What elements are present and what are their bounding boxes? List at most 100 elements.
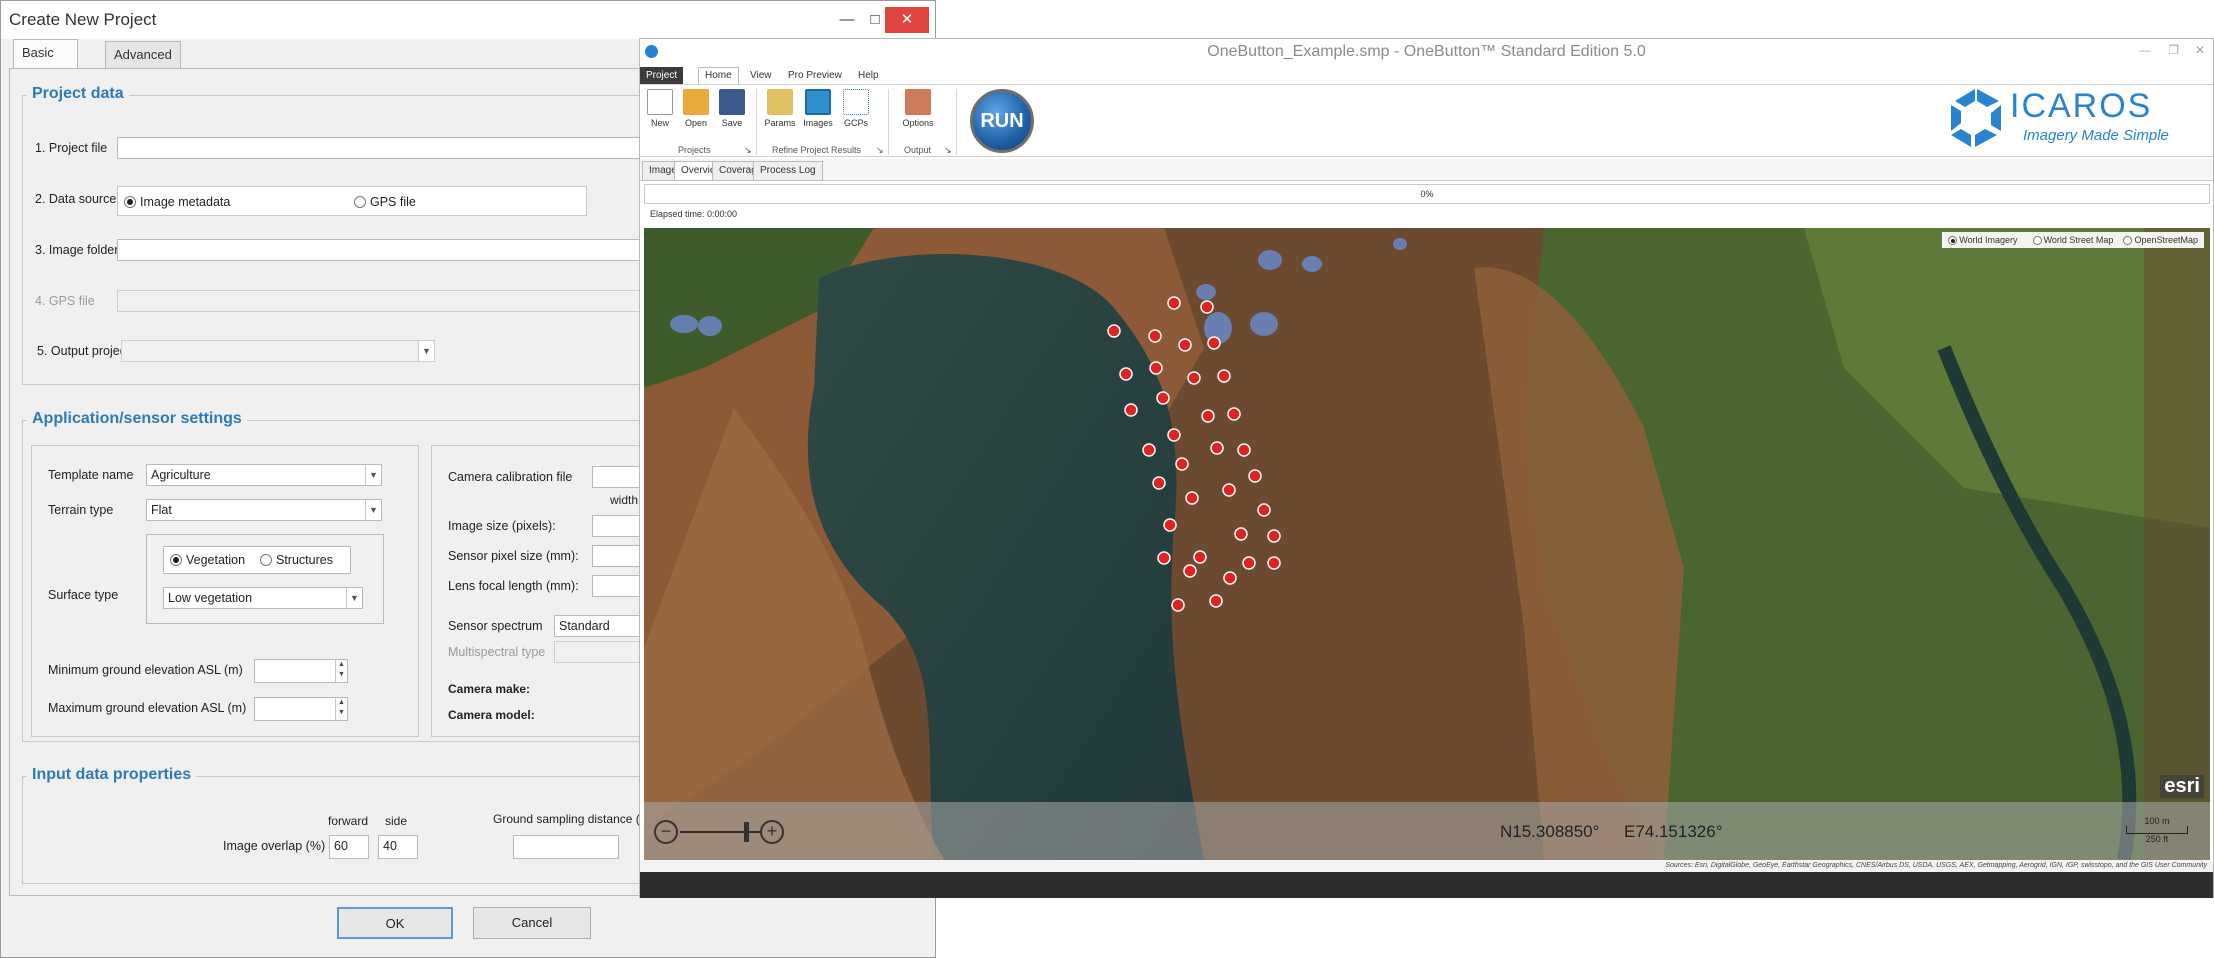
- menu-project[interactable]: Project: [640, 67, 684, 85]
- gcp-marker[interactable]: [1156, 391, 1170, 405]
- min-elevation-input[interactable]: ▲ ▼: [254, 659, 348, 683]
- gcp-marker[interactable]: [1267, 529, 1281, 543]
- vegetation-type-select[interactable]: Low vegetation ▼: [163, 587, 363, 609]
- gcp-marker[interactable]: [1175, 457, 1189, 471]
- layer-world-imagery[interactable]: World Imagery: [1948, 235, 2018, 245]
- gcp-marker[interactable]: [1148, 329, 1162, 343]
- ok-button[interactable]: OK: [337, 907, 453, 939]
- gcp-marker[interactable]: [1178, 338, 1192, 352]
- gcp-marker[interactable]: [1248, 469, 1262, 483]
- cancel-button[interactable]: Cancel: [473, 907, 591, 939]
- options-icon: [905, 89, 931, 115]
- gcps-button[interactable]: GCPs: [838, 89, 874, 128]
- gcp-marker[interactable]: [1209, 594, 1223, 608]
- gcp-marker[interactable]: [1183, 564, 1197, 578]
- gcp-marker[interactable]: [1119, 367, 1133, 381]
- open-button[interactable]: Open: [678, 89, 714, 128]
- gcp-marker[interactable]: [1200, 300, 1214, 314]
- save-button[interactable]: Save: [714, 89, 750, 128]
- gcp-marker[interactable]: [1210, 441, 1224, 455]
- chevron-down-icon: ▼: [365, 500, 381, 520]
- max-elevation-label: Maximum ground elevation ASL (m): [48, 701, 247, 715]
- max-elevation-input[interactable]: ▲ ▼: [254, 697, 348, 721]
- zoom-slider[interactable]: [680, 831, 762, 833]
- gcp-marker[interactable]: [1222, 483, 1236, 497]
- gcp-marker[interactable]: [1237, 443, 1251, 457]
- gsd-input[interactable]: [513, 835, 619, 859]
- gcp-marker[interactable]: [1257, 503, 1271, 517]
- gcp-marker[interactable]: [1201, 409, 1215, 423]
- spinner-icon[interactable]: ▲ ▼: [335, 698, 347, 720]
- gcp-marker[interactable]: [1171, 598, 1185, 612]
- width-label: width: [610, 493, 639, 507]
- camera-model-label: Camera model:: [448, 708, 535, 722]
- tab-advanced-settings[interactable]: Advanced Settings: [105, 41, 181, 87]
- menu-view[interactable]: View: [744, 68, 778, 85]
- gcp-marker[interactable]: [1217, 369, 1231, 383]
- lens-focal-label: Lens focal length (mm):: [448, 579, 579, 593]
- refine-expand-icon[interactable]: ↘: [876, 145, 884, 156]
- radio-icon: [1948, 236, 1958, 245]
- gcp-marker[interactable]: [1193, 550, 1207, 564]
- gcp-marker[interactable]: [1223, 571, 1237, 585]
- spinner-icon[interactable]: ▲ ▼: [335, 660, 347, 682]
- gcp-marker[interactable]: [1207, 336, 1221, 350]
- satellite-imagery: [644, 228, 2210, 860]
- gcp-marker[interactable]: [1157, 551, 1171, 565]
- gcp-marker[interactable]: [1152, 476, 1166, 490]
- latitude-readout: N15.308850°: [1500, 822, 1600, 841]
- zoom-out-icon[interactable]: −: [654, 820, 678, 844]
- gcp-marker[interactable]: [1267, 556, 1281, 570]
- gcp-marker[interactable]: [1187, 371, 1201, 385]
- layer-world-street-map[interactable]: World Street Map: [2032, 235, 2114, 245]
- gcp-marker[interactable]: [1149, 361, 1163, 375]
- layer-openstreetmap[interactable]: OpenStreetMap: [2123, 235, 2198, 245]
- gcp-marker[interactable]: [1242, 556, 1256, 570]
- terrain-type-select[interactable]: Flat ▼: [146, 499, 382, 521]
- zoom-slider-handle[interactable]: [744, 822, 749, 842]
- options-button[interactable]: Options: [896, 89, 940, 128]
- onebutton-window: OneButton_Example.smp - OneButton™ Stand…: [639, 38, 2214, 898]
- map-layer-selector: World Imagery World Street Map OpenStree…: [1942, 232, 2204, 248]
- gcp-marker[interactable]: [1167, 428, 1181, 442]
- params-button[interactable]: Params: [762, 89, 798, 128]
- zoom-in-icon[interactable]: +: [760, 820, 784, 844]
- projects-expand-icon[interactable]: ↘: [744, 145, 752, 156]
- close-button[interactable]: ✕: [885, 7, 929, 33]
- map-toolbar: − + N15.308850° E74.151326° 100 m 250 ft: [644, 802, 2210, 860]
- gcp-marker[interactable]: [1163, 518, 1177, 532]
- gcp-marker[interactable]: [1167, 296, 1181, 310]
- template-name-select[interactable]: Agriculture ▼: [146, 464, 382, 486]
- app-minimize-button[interactable]: —: [2139, 43, 2151, 57]
- data-source-box: Image metadata GPS file: [117, 186, 587, 216]
- options-label: Options: [902, 118, 934, 128]
- surface-structures-radio[interactable]: Structures: [260, 552, 333, 568]
- images-button[interactable]: Images: [800, 89, 836, 128]
- gcp-marker[interactable]: [1107, 324, 1121, 338]
- map-view[interactable]: World Imagery World Street Map OpenStree…: [644, 228, 2210, 860]
- tab-basic-settings[interactable]: Basic Settings: [13, 39, 78, 85]
- surface-vegetation-radio[interactable]: Vegetation: [170, 552, 245, 568]
- gcp-marker[interactable]: [1142, 443, 1156, 457]
- app-maximize-button[interactable]: ❐: [2168, 43, 2179, 57]
- gcp-marker[interactable]: [1234, 527, 1248, 541]
- gcps-label: GCPs: [843, 118, 868, 128]
- gcp-marker[interactable]: [1185, 491, 1199, 505]
- run-button[interactable]: RUN: [970, 89, 1034, 153]
- app-close-button[interactable]: ✕: [2195, 43, 2205, 57]
- gcp-marker[interactable]: [1124, 403, 1138, 417]
- menu-help[interactable]: Help: [852, 68, 885, 85]
- tab-process-log[interactable]: Process Log: [753, 161, 823, 181]
- layer-world-street-map-label: World Street Map: [2043, 235, 2114, 245]
- output-expand-icon[interactable]: ↘: [944, 145, 952, 156]
- data-source-gps-file[interactable]: GPS file: [354, 194, 416, 210]
- terrain-type-label: Terrain type: [48, 503, 114, 517]
- gps-file-field-label: 4. GPS file: [35, 294, 95, 308]
- new-button[interactable]: New: [642, 89, 678, 128]
- side-overlap-input[interactable]: 40: [378, 835, 418, 859]
- gcp-marker[interactable]: [1227, 407, 1241, 421]
- forward-overlap-input[interactable]: 60: [329, 835, 369, 859]
- layer-world-imagery-label: World Imagery: [1959, 235, 2018, 245]
- menu-pro-preview[interactable]: Pro Preview: [782, 68, 848, 85]
- data-source-image-metadata[interactable]: Image metadata: [124, 194, 230, 210]
